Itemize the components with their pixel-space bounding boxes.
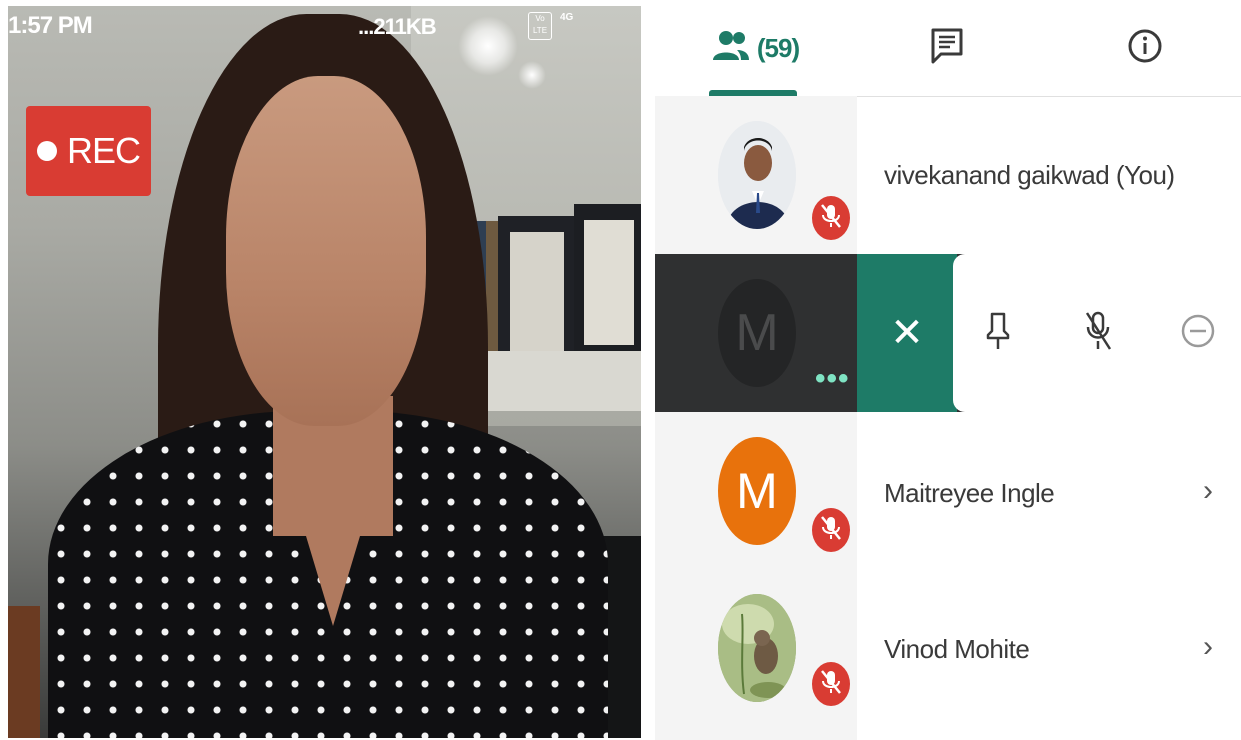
status-time: 1:57 PM xyxy=(8,12,93,39)
ceiling-light xyxy=(518,61,546,89)
recording-label: REC xyxy=(66,130,141,171)
volte-icon: Vo LTE xyxy=(528,12,552,40)
chat-icon xyxy=(930,27,964,70)
participant-video[interactable]: 1:57 PM ...211KB Vo LTE 4G REC xyxy=(8,6,641,738)
mute-participant-button[interactable] xyxy=(1073,308,1123,358)
chevron-right-icon[interactable]: › xyxy=(1203,630,1213,664)
pin-button[interactable] xyxy=(973,308,1023,358)
avatar: M xyxy=(718,437,796,545)
info-icon xyxy=(1127,26,1163,71)
participant-row[interactable]: vivekanand gaikwad (You) xyxy=(655,96,1241,254)
participant-row[interactable]: M Maitreyee Ingle › xyxy=(655,412,1241,574)
status-network-speed: ...211KB xyxy=(358,14,437,39)
mic-off-icon xyxy=(1083,309,1113,358)
tab-chat[interactable] xyxy=(917,0,977,96)
people-icon xyxy=(711,28,751,69)
network-type-indicator: 4G xyxy=(560,12,574,23)
mic-off-icon xyxy=(820,203,842,234)
recording-badge: REC xyxy=(26,106,151,196)
more-options-indicator[interactable]: ••• xyxy=(815,362,850,396)
panel-tabs: (59) xyxy=(655,0,1241,97)
remove-participant-button[interactable] xyxy=(1173,308,1223,358)
photo-frame xyxy=(498,216,576,361)
muted-mic-badge xyxy=(812,662,850,706)
muted-mic-badge xyxy=(812,508,850,552)
record-dot-icon xyxy=(36,141,57,161)
participant-actions-tray xyxy=(953,254,1241,412)
muted-mic-badge xyxy=(812,196,850,240)
participant-row[interactable]: Vinod Mohite › xyxy=(655,574,1241,740)
tab-people[interactable]: (59) xyxy=(695,0,815,96)
close-icon: ✕ xyxy=(890,311,924,355)
photo-frame xyxy=(574,204,641,354)
chair xyxy=(8,606,40,738)
ceiling-light xyxy=(458,16,518,76)
avatar xyxy=(718,594,796,702)
mic-off-icon xyxy=(820,515,842,546)
mic-off-icon xyxy=(820,669,842,700)
avatar: M xyxy=(718,279,796,387)
close-actions-button[interactable]: ✕ xyxy=(857,254,957,412)
remove-icon xyxy=(1179,310,1217,357)
participant-count: (59) xyxy=(756,32,800,63)
chevron-right-icon[interactable]: › xyxy=(1203,474,1213,508)
participant-row-actions-open[interactable]: M ••• ✕ xyxy=(655,254,1241,412)
speaker-face xyxy=(226,76,426,426)
tab-info[interactable] xyxy=(1115,0,1175,96)
participant-name: Vinod Mohite xyxy=(884,634,1030,664)
avatar xyxy=(718,121,796,229)
participant-name: Maitreyee Ingle xyxy=(884,478,1055,508)
participants-panel: (59) vivekanand gaikwad (You) M ••• ✕ M … xyxy=(655,0,1241,740)
participant-name: vivekanand gaikwad (You) xyxy=(884,160,1175,190)
pin-icon xyxy=(985,311,1011,356)
